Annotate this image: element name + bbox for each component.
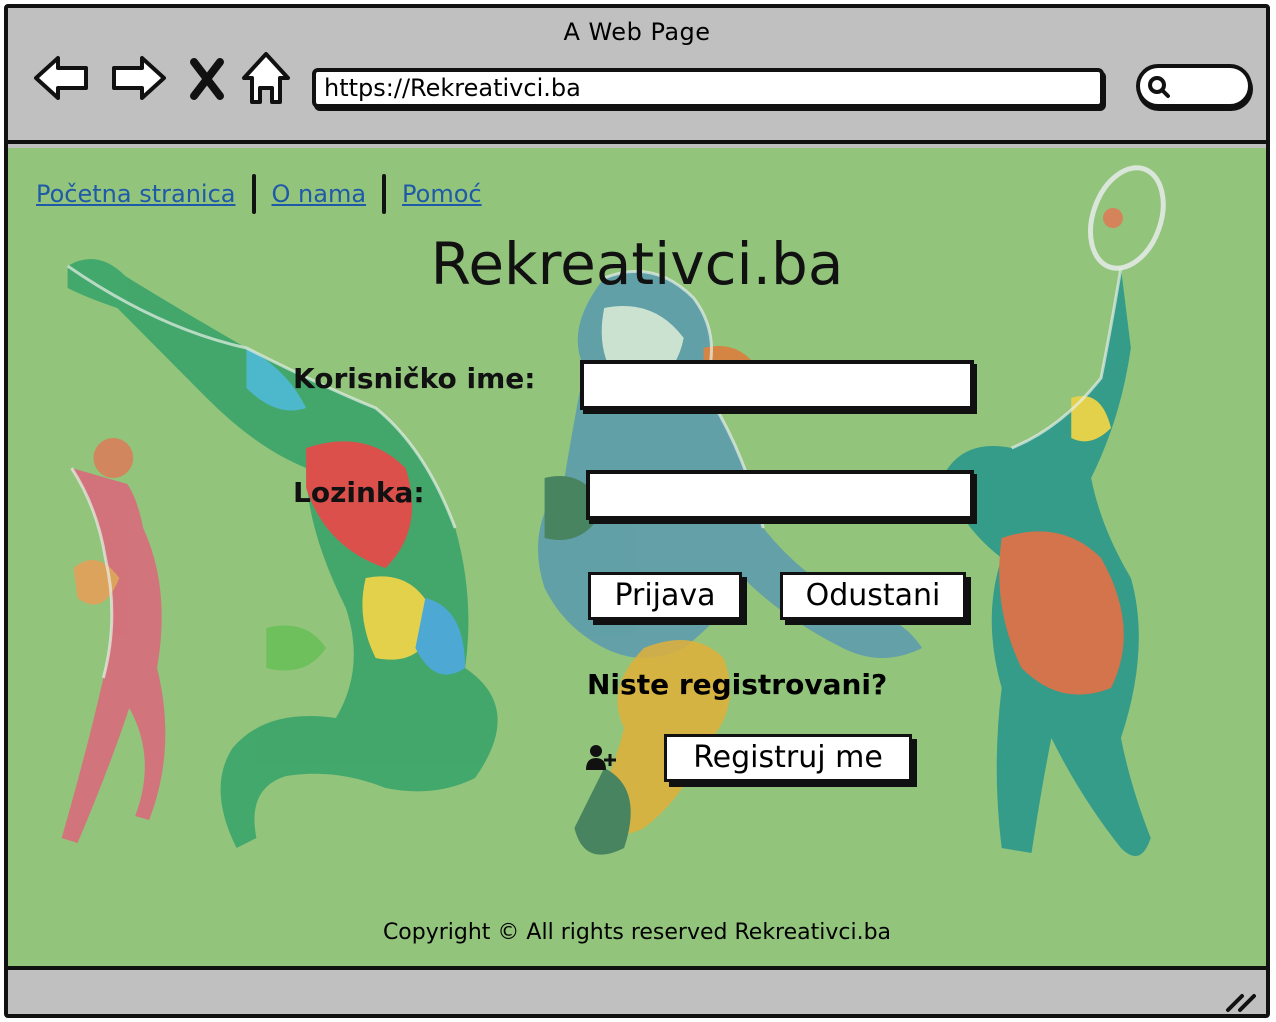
not-registered-question: Niste registrovani? — [587, 668, 888, 701]
browser-search-box[interactable] — [1136, 64, 1252, 108]
window-title: A Web Page — [563, 18, 711, 46]
site-title: Rekreativci.ba — [430, 230, 844, 298]
home-icon — [242, 52, 290, 104]
forward-button[interactable] — [108, 48, 168, 108]
page-content: Početna stranica O nama Pomoć Rekreativc… — [8, 148, 1266, 966]
back-button[interactable] — [32, 48, 92, 108]
stop-button[interactable] — [182, 48, 230, 108]
password-label: Lozinka: — [293, 476, 425, 509]
nav-divider — [382, 174, 387, 214]
user-plus-icon — [586, 745, 616, 770]
browser-window: A Web Page https://Rekreativci.ba Početn… — [4, 4, 1270, 1018]
arrow-right-icon — [112, 56, 166, 100]
search-icon — [1148, 76, 1170, 98]
login-button[interactable]: Prijava — [588, 572, 742, 620]
register-button[interactable]: Registruj me — [664, 734, 912, 782]
arrow-left-icon — [34, 56, 88, 100]
nav-link-home[interactable]: Početna stranica — [36, 180, 236, 208]
cancel-button[interactable]: Odustani — [780, 572, 966, 620]
nav-divider — [251, 174, 256, 214]
copyright-text: Copyright © All rights reserved Rekreati… — [382, 920, 892, 945]
password-input[interactable] — [586, 470, 974, 520]
close-icon — [190, 58, 224, 100]
top-navigation: Početna stranica O nama Pomoć — [36, 174, 482, 214]
browser-titlebar: A Web Page https://Rekreativci.ba — [8, 8, 1266, 144]
resize-grip-icon[interactable] — [1224, 988, 1258, 1014]
username-label: Korisničko ime: — [293, 362, 536, 395]
browser-statusbar — [8, 966, 1266, 1014]
nav-link-help[interactable]: Pomoć — [402, 180, 482, 208]
username-input[interactable] — [580, 360, 974, 410]
address-bar[interactable]: https://Rekreativci.ba — [312, 68, 1104, 108]
nav-link-about[interactable]: O nama — [272, 180, 367, 208]
home-button[interactable] — [236, 48, 296, 108]
